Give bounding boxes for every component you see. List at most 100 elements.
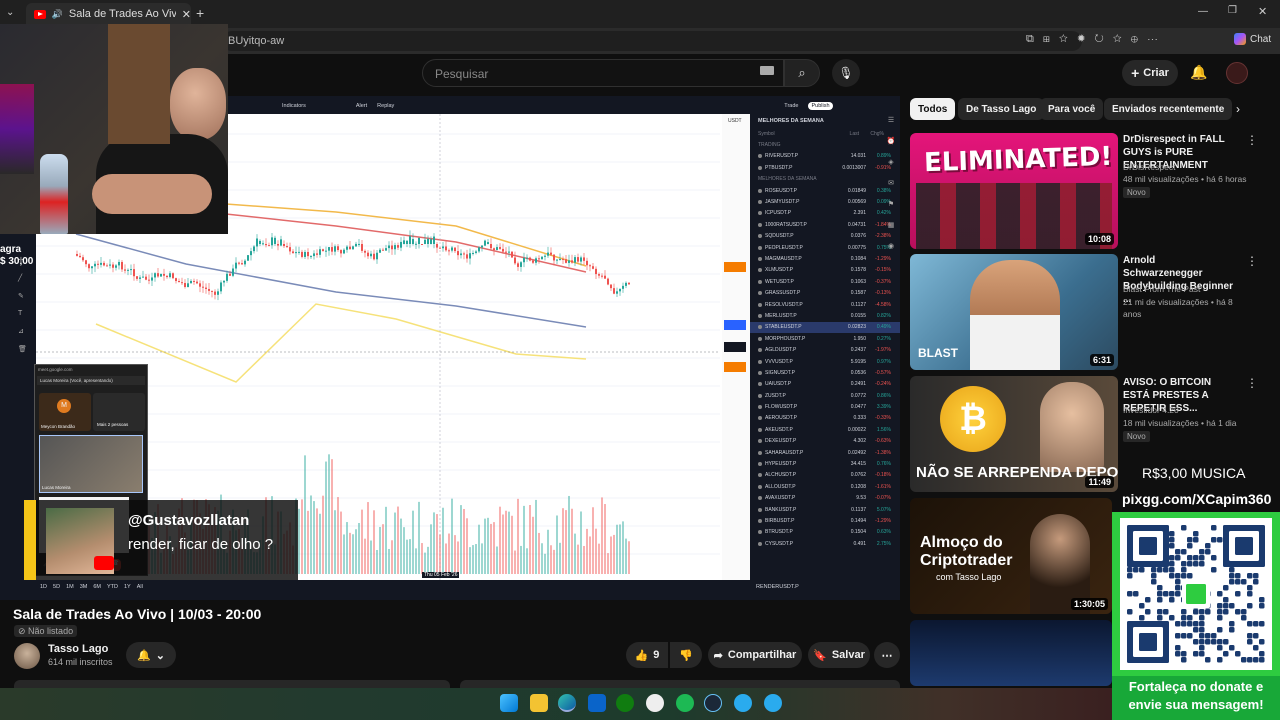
watchlist-row[interactable]: ZUSDT.P 0.0772 0.86% (750, 390, 900, 401)
rec-thumb-4[interactable]: Almoço do Criptotrader com Tasso Lago 1:… (910, 498, 1112, 614)
rec-thumb-5[interactable] (910, 620, 1112, 686)
col-symbol[interactable]: Symbol (758, 131, 818, 137)
watchlist-row[interactable]: WETUSDT.P 0.1063 -0.37% (750, 276, 900, 287)
maximize-button[interactable]: ❐ (1228, 5, 1237, 16)
minimize-button[interactable]: — (1198, 6, 1208, 17)
rec-menu-icon-1[interactable]: ⋮ (1246, 133, 1258, 147)
watchlist-row[interactable]: AEROUSDT.P 0.333 -0.33% (750, 413, 900, 424)
col-last[interactable]: Last (821, 131, 859, 137)
file-explorer-icon[interactable] (530, 694, 548, 712)
watchlist-row[interactable]: UAIUSDT.P 0.2491 -0.24% (750, 379, 900, 390)
timeframe-button[interactable]: YTD (107, 584, 118, 596)
watchlist-row[interactable]: PTBUSDT.P 0.0013007 -0.91% (750, 162, 900, 173)
bell-icon[interactable]: ◉ (888, 242, 894, 250)
watchlist-row[interactable]: AGLDUSDT.P 0.2437 -1.97% (750, 344, 900, 355)
replay-button[interactable]: Replay (377, 103, 394, 109)
watchlist-row[interactable]: SAHARAUSDT.P 0.02492 -1.38% (750, 447, 900, 458)
rec-thumb-1[interactable]: ELIMINATED! 10:08 (910, 133, 1118, 249)
watchlist-row[interactable]: HYPEUSDT.P 34.415 0.76% (750, 458, 900, 469)
timeframe-button[interactable]: 1Y (124, 584, 131, 596)
timeframe-button[interactable]: 5D (53, 584, 60, 596)
participant-tile[interactable]: M Meycon Brandão (39, 393, 91, 431)
watchlist-row[interactable]: MORPHOUSDT.P 1.950 0.27% (750, 333, 900, 344)
chips-next-icon[interactable]: › (1236, 102, 1240, 116)
trash-icon[interactable]: 🗑 (18, 345, 30, 353)
indicators-button[interactable]: Indicators (282, 103, 306, 109)
rec-channel-1[interactable]: DrDisRespect (1123, 161, 1253, 173)
timeframe-button[interactable]: 1M (66, 584, 74, 596)
like-button[interactable]: 👍 9 (626, 642, 668, 668)
calendar-icon[interactable]: ▦ (888, 221, 895, 229)
watchlist-row[interactable]: AKEUSDT.P 0.00022 1.56% (750, 424, 900, 435)
rec-menu-icon-2[interactable]: ⋮ (1246, 254, 1258, 268)
timeframe-button[interactable]: 6M (93, 584, 101, 596)
chip-de-tasso-lago[interactable]: De Tasso Lago (958, 98, 1045, 120)
watchlist-row[interactable]: RESOLVUSDT.P 0.1127 -4.58% (750, 299, 900, 310)
chat-icon[interactable]: ✉ (888, 179, 894, 187)
rec-channel-2[interactable]: Blast From The Past (1123, 283, 1253, 295)
watchlist-row[interactable]: ALLOUSDT.P 0.1208 -1.61% (750, 481, 900, 492)
copilot-chat-button[interactable]: Chat (1234, 33, 1271, 45)
comments-box[interactable] (460, 680, 900, 688)
edge-browser-icon[interactable] (558, 694, 576, 712)
chip-para-voc-[interactable]: Para você (1040, 98, 1104, 120)
watchlist-row[interactable]: FLOWUSDT.P 0.0477 3.39% (750, 401, 900, 412)
watchlist-row[interactable]: ROSEUSDT.P 0.01849 0.38% (750, 185, 900, 196)
watchlist-row[interactable]: BANKUSDT.P 0.1137 5.07% (750, 504, 900, 515)
rec-thumb-3[interactable]: ₿ NÃO SE ARREPENDA DEPOIS 11:49 (910, 376, 1118, 492)
create-button[interactable]: + Criar (1122, 60, 1178, 86)
watchlist-row[interactable]: PEOPLEUSDT.P 0.00775 0.75% (750, 242, 900, 253)
telegram-icon[interactable] (734, 694, 752, 712)
more-actions-button[interactable]: ⋯ (874, 642, 900, 668)
speaker-icon[interactable]: 🔊 (52, 9, 63, 20)
tab-list-icon[interactable]: ⌄ (6, 7, 14, 18)
steam-icon[interactable] (704, 694, 722, 712)
ruler-icon[interactable]: ⊿ (18, 327, 30, 335)
description-box[interactable] (14, 680, 450, 688)
notifications-icon[interactable]: 🔔 (1190, 64, 1207, 81)
watchlist-row[interactable]: ICPUSDT.P 2.391 0.42% (750, 208, 900, 219)
chip-todos[interactable]: Todos (910, 98, 956, 120)
url-field[interactable]: BUyitqo-aw (222, 31, 1082, 51)
channel-name[interactable]: Tasso Lago (48, 643, 108, 655)
group-best[interactable]: MELHORES DA SEMANA (750, 174, 900, 185)
alert-button[interactable]: Alert (356, 103, 367, 109)
watchlist-row[interactable]: STABLEUSDT.P 0.02823 0.49% (750, 321, 900, 334)
timeframe-button[interactable]: 1D (40, 584, 47, 596)
watchlist-row[interactable]: CYSUSDT.P 0.491 2.75% (750, 538, 900, 549)
windows-start-icon[interactable] (500, 694, 518, 712)
rec-thumb-2[interactable]: BLAST 6:31 (910, 254, 1118, 370)
subscribe-bell-button[interactable]: 🔔 ⌄ (126, 642, 176, 668)
text-icon[interactable]: T (18, 310, 30, 317)
watchlist-row[interactable]: SQDUSDT.P 0.0376 -2.38% (750, 231, 900, 242)
channel-avatar[interactable] (14, 643, 40, 669)
watchlist-row[interactable]: XLMUSDT.P 0.1578 -0.15% (750, 265, 900, 276)
dislike-button[interactable]: 👎 (670, 642, 702, 668)
watchlist-row[interactable]: JASMYUSDT.P 0.00569 0.09% (750, 196, 900, 207)
watchlist-row[interactable]: MERLUSDT.P 0.0155 0.82% (750, 310, 900, 321)
layers-icon[interactable]: ◈ (888, 158, 893, 166)
telegram-icon-2[interactable] (764, 694, 782, 712)
chip-enviados-recentemente[interactable]: Enviados recentemente (1104, 98, 1233, 120)
trade-button[interactable]: Trade (784, 103, 798, 109)
chatgpt-icon[interactable] (646, 694, 664, 712)
new-tab-button[interactable]: + (196, 5, 204, 21)
footer-symbol[interactable]: RENDERUSDT.P (756, 584, 799, 590)
voice-search-button[interactable]: 🎙 (832, 59, 860, 87)
col-chg[interactable]: Chg% (862, 131, 884, 137)
others-tile[interactable]: Mais 2 pessoas (93, 393, 145, 431)
account-avatar[interactable] (1226, 62, 1248, 84)
browser-tab[interactable]: 🔊 Sala de Trades Ao Vivo | 10/0 ✕ (26, 3, 191, 25)
outlook-icon[interactable] (588, 694, 606, 712)
share-button[interactable]: ➦ Compartilhar (708, 642, 802, 668)
rec-channel-3[interactable]: Investidor 4.20 (1123, 404, 1253, 416)
extension-icons[interactable]: ⧉⊞☆✹↻☆⊕⋯ (1026, 33, 1167, 46)
search-input[interactable]: Pesquisar (422, 59, 784, 87)
watchlist-row[interactable]: BTRUSDT.P 0.1504 0.63% (750, 527, 900, 538)
timeframe-button[interactable]: 3M (80, 584, 88, 596)
timeframe-button[interactable]: All (137, 584, 143, 596)
watchlist-row[interactable]: GRASSUSDT.P 0.1587 -0.13% (750, 287, 900, 298)
watchlist-row[interactable]: SIGNUSDT.P 0.0536 -0.57% (750, 367, 900, 378)
watchlist-icon[interactable]: ☰ (888, 116, 894, 124)
watchlist-row[interactable]: ALCHUSDT.P 0.0762 -0.18% (750, 470, 900, 481)
